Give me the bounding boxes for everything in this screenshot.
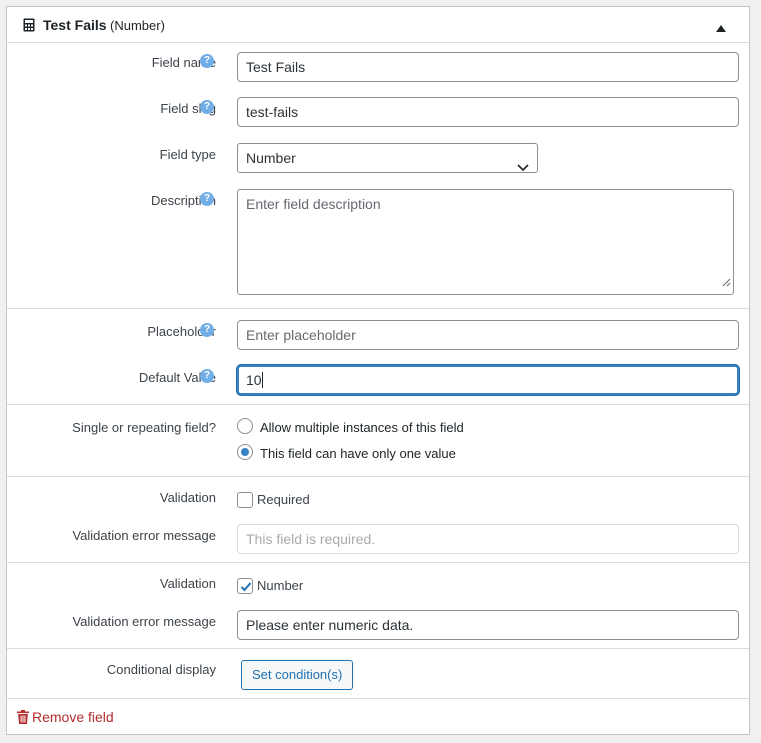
- number-checkbox-label[interactable]: Number: [257, 578, 303, 593]
- panel-footer: Remove field: [7, 698, 749, 734]
- section-divider: [7, 562, 749, 563]
- field-title: Test Fails: [43, 17, 107, 33]
- help-icon[interactable]: ?: [200, 100, 214, 114]
- triangle-up-icon[interactable]: [716, 21, 726, 36]
- validation-error-label: Validation error message: [72, 528, 216, 543]
- required-checkbox[interactable]: [237, 492, 253, 508]
- required-checkbox-label[interactable]: Required: [257, 492, 310, 507]
- section-divider: [7, 476, 749, 477]
- remove-field-link[interactable]: Remove field: [17, 709, 114, 725]
- number-checkbox[interactable]: [237, 578, 253, 594]
- panel-header[interactable]: Test Fails (Number): [7, 7, 749, 43]
- description-textarea[interactable]: Enter field description: [237, 189, 734, 295]
- conditional-display-label: Conditional display: [106, 662, 216, 677]
- field-type-select[interactable]: Number: [237, 143, 538, 173]
- text-caret: [261, 372, 263, 388]
- radio-multiple-label[interactable]: Allow multiple instances of this field: [260, 420, 464, 435]
- description-placeholder: Enter field description: [246, 196, 381, 212]
- radio-multiple[interactable]: [237, 418, 253, 434]
- calculator-icon: [23, 18, 35, 35]
- remove-field-label: Remove field: [32, 709, 114, 725]
- field-panel: Test Fails (Number) Field name ? Test Fa…: [6, 6, 750, 735]
- section-divider: [7, 404, 749, 405]
- trash-icon: [17, 710, 29, 724]
- resize-grip-icon[interactable]: [722, 272, 731, 292]
- help-icon[interactable]: ?: [200, 323, 214, 337]
- help-icon[interactable]: ?: [200, 369, 214, 383]
- field-type-label: Field type: [159, 147, 216, 162]
- section-divider: [7, 308, 749, 309]
- field-name-input[interactable]: Test Fails: [237, 52, 739, 82]
- required-error-input[interactable]: This field is required.: [237, 524, 739, 554]
- help-icon[interactable]: ?: [200, 54, 214, 68]
- validation-error-label: Validation error message: [72, 614, 216, 629]
- field-slug-input[interactable]: test-fails: [237, 97, 739, 127]
- default-value-text: 10: [246, 372, 262, 388]
- chevron-down-icon: [517, 153, 529, 181]
- placeholder-input[interactable]: Enter placeholder: [237, 320, 739, 350]
- radio-single-label[interactable]: This field can have only one value: [260, 446, 456, 461]
- set-conditions-button[interactable]: Set condition(s): [241, 660, 354, 690]
- validation-label: Validation: [159, 576, 216, 591]
- field-type-value: Number: [246, 150, 296, 166]
- field-type-subtitle: (Number): [110, 18, 165, 33]
- repeating-label: Single or repeating field?: [72, 420, 216, 435]
- radio-single[interactable]: [237, 444, 253, 460]
- number-error-input[interactable]: Please enter numeric data.: [237, 610, 739, 640]
- validation-label: Validation: [159, 490, 216, 505]
- default-value-input[interactable]: 10: [237, 365, 739, 395]
- help-icon[interactable]: ?: [200, 192, 214, 206]
- section-divider: [7, 648, 749, 649]
